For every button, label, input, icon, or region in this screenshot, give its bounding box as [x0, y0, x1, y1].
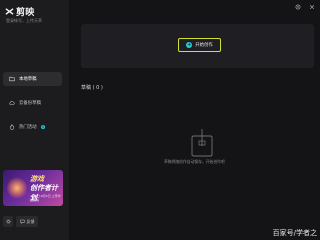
sidebar-item-label: 本地草稿	[19, 77, 37, 82]
watermark: 百家号/学者之	[272, 229, 317, 237]
folder-icon	[9, 76, 15, 82]
start-creation-button[interactable]: + 开始创作	[178, 38, 221, 52]
empty-drafts-icon	[191, 128, 213, 158]
settings-button[interactable]	[3, 216, 13, 227]
sidebar-item-hot-events[interactable]: 热门活动 N	[3, 120, 62, 134]
login-hint[interactable]: 登录帐号，上传天草	[6, 18, 42, 24]
settings-icon[interactable]	[295, 4, 301, 10]
start-creation-label: 开始创作	[195, 43, 213, 48]
sidebar: 剪映 登录帐号，上传天草 本地草稿 云备份草稿 热门活动 N 游戏 创作者计划 …	[0, 0, 70, 240]
sidebar-item-label: 云备份草稿	[19, 101, 41, 106]
banner-illustration	[7, 176, 27, 200]
feedback-label: 反馈	[26, 218, 35, 224]
app-logo: 剪映	[5, 5, 35, 18]
app-name: 剪映	[16, 8, 35, 18]
plus-icon: +	[186, 42, 193, 48]
sidebar-item-local-drafts[interactable]: 本地草稿	[3, 72, 62, 86]
banner-line3: 7月5日-8月5日 上传作品投稿	[30, 194, 61, 202]
empty-drafts-text: 草稿将随创作自动保存，开始创作吧	[164, 159, 225, 164]
sidebar-item-label: 热门活动	[19, 125, 37, 130]
gear-icon	[5, 219, 11, 224]
new-badge: N	[40, 125, 45, 129]
feedback-icon	[20, 219, 25, 224]
capcut-logo-icon	[5, 7, 14, 16]
sidebar-item-cloud-drafts[interactable]: 云备份草稿	[3, 96, 62, 110]
feedback-button[interactable]: 反馈	[16, 216, 38, 227]
topbar	[295, 4, 315, 10]
drafts-title: 草稿 ( 0 )	[81, 85, 103, 91]
cloud-icon	[9, 100, 15, 106]
close-icon[interactable]	[309, 4, 315, 10]
fire-icon	[9, 124, 15, 130]
main-panel: + 开始创作 草稿 ( 0 ) 草稿将随创作自动保存，开始创作吧 百家号/学者之	[71, 0, 319, 240]
promo-banner[interactable]: 游戏 创作者计划 7月5日-8月5日 上传作品投稿	[3, 170, 63, 206]
